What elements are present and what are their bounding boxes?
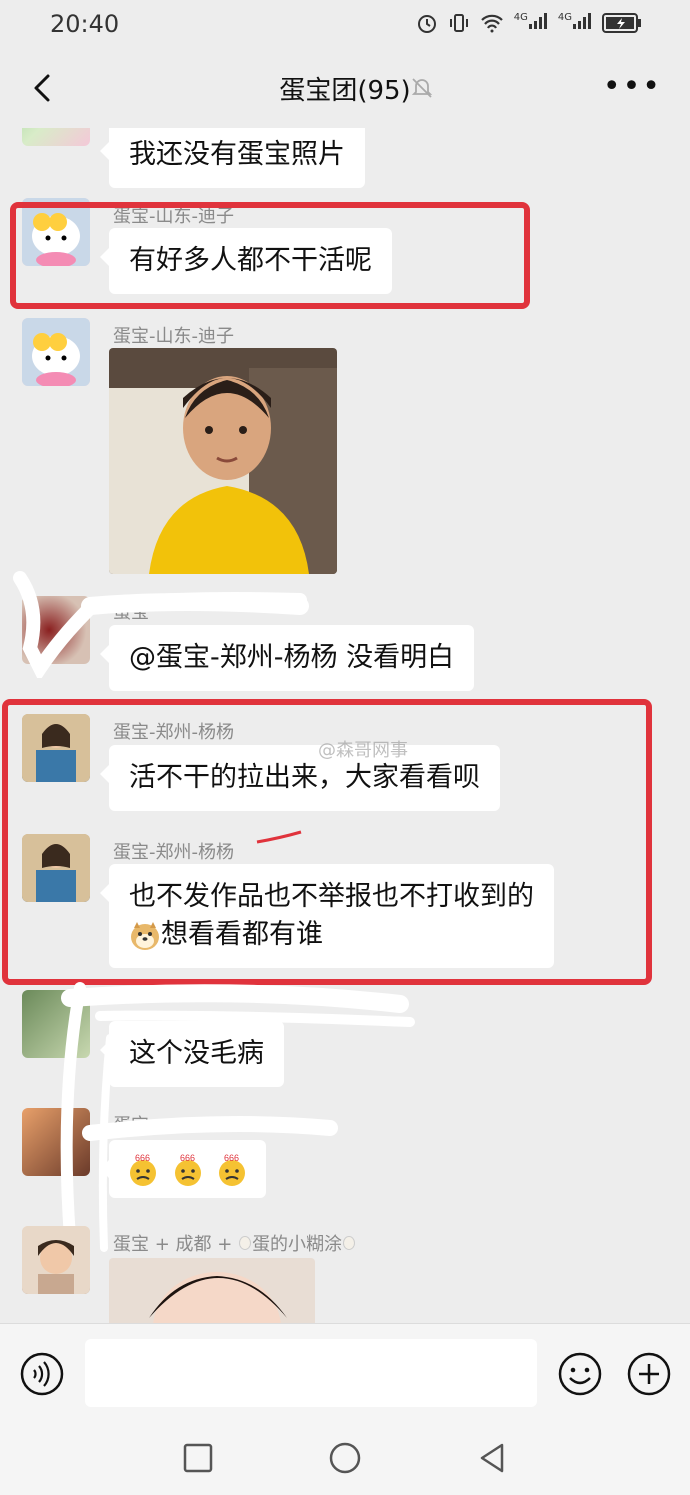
sender-name: 蛋宝-山东-迪子 xyxy=(113,206,234,227)
photo-message[interactable] xyxy=(109,1258,315,1323)
scribble-mark xyxy=(256,830,302,844)
avatar[interactable] xyxy=(22,834,90,902)
sender-name: 蛋宝 xyxy=(113,602,149,623)
back-triangle-icon[interactable] xyxy=(474,1440,510,1476)
system-nav-bar xyxy=(0,1424,690,1495)
avatar[interactable] xyxy=(22,1226,90,1294)
666-emoji: 666 xyxy=(130,1153,156,1186)
avatar[interactable] xyxy=(22,318,90,386)
avatar[interactable] xyxy=(22,198,90,266)
avatar[interactable] xyxy=(22,990,90,1058)
alarm-icon xyxy=(417,15,436,33)
chat-title: 蛋宝团(95) xyxy=(279,76,411,106)
input-bar xyxy=(0,1323,690,1424)
egg-icon xyxy=(239,1236,252,1250)
message-bubble[interactable]: 有好多人都不干活呢 xyxy=(100,228,392,294)
message-list[interactable]: 我还没有蛋宝照片 蛋宝-山东-迪子 有好多人都不干活呢 蛋宝-山东-迪子 蛋宝 … xyxy=(0,128,690,1323)
battery-charging-icon xyxy=(602,13,641,33)
egg-icon xyxy=(343,1236,356,1250)
message-line: 想看看都有谁 xyxy=(129,916,534,954)
status-icons: 4G 4G xyxy=(416,12,642,34)
wifi-icon xyxy=(480,14,503,33)
message-bubble[interactable]: 也不发作品也不举报也不打收到的 想看看都有谁 xyxy=(100,864,554,968)
message-bubble[interactable]: @蛋宝-郑州-杨杨 没看明白 xyxy=(99,625,475,691)
more-icon[interactable]: ••• xyxy=(603,72,662,102)
sender-name: 蛋宝 + 成都 + 蛋的小糊涂 xyxy=(113,1230,356,1256)
vibrate-icon xyxy=(449,14,468,32)
message-line: 也不发作品也不举报也不打收到的 xyxy=(129,881,534,912)
666-emoji: 666 xyxy=(219,1153,246,1186)
photo-message[interactable] xyxy=(109,348,337,574)
status-time: 20:40 xyxy=(50,10,120,38)
emoji-icon[interactable] xyxy=(557,1351,603,1397)
doge-emoji xyxy=(131,921,159,950)
sender-name: 蛋宝-郑州-杨杨 xyxy=(113,842,234,863)
message-bubble[interactable]: 666 666 666 xyxy=(99,1140,267,1198)
recent-apps-icon[interactable] xyxy=(180,1440,216,1476)
plus-icon[interactable] xyxy=(626,1351,672,1397)
avatar[interactable] xyxy=(22,128,90,146)
watermark: @森哥网事 xyxy=(318,740,408,761)
666-emoji: 666 xyxy=(174,1153,201,1186)
message-bubble[interactable]: 这个没毛病 xyxy=(100,1021,284,1087)
mute-icon xyxy=(411,78,433,98)
sender-name: 蛋宝-山东-迪子 xyxy=(113,326,234,347)
status-bar: 20:40 4G 4G xyxy=(0,0,690,50)
scribble-mark xyxy=(60,982,415,1252)
avatar[interactable] xyxy=(22,714,90,782)
message-input[interactable] xyxy=(85,1339,537,1407)
message-bubble[interactable]: 我还没有蛋宝照片 xyxy=(100,128,365,188)
sender-name: 蛋宝 xyxy=(113,1115,149,1136)
svg-text:666: 666 xyxy=(224,1153,239,1163)
svg-text:666: 666 xyxy=(180,1153,195,1163)
sender-name: 蛋宝-郑州-杨杨 xyxy=(113,722,234,743)
svg-text:666: 666 xyxy=(135,1153,150,1163)
voice-icon[interactable] xyxy=(20,1352,64,1396)
message-bubble[interactable]: 活不干的拉出来，大家看看呗 xyxy=(100,745,500,811)
4g-signal-icon: 4G xyxy=(558,12,592,34)
avatar[interactable] xyxy=(22,1108,90,1176)
home-icon[interactable] xyxy=(327,1440,363,1476)
chat-header: 蛋宝团(95) ••• xyxy=(0,50,690,128)
4g-signal-icon: 4G xyxy=(514,12,548,34)
avatar[interactable] xyxy=(22,596,90,664)
